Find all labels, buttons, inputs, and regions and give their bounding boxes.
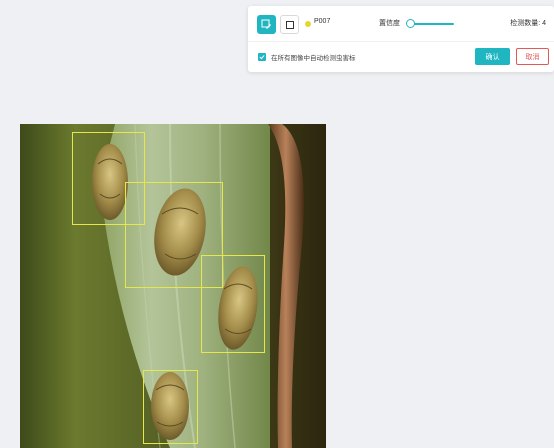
class-color-dot xyxy=(305,21,311,27)
annotation-canvas[interactable]: P007 置信度 检测数量: 4 在所有图像中自动检测虫害标 确认 取消 xyxy=(0,0,554,448)
class-label[interactable]: P007 xyxy=(314,18,330,25)
toolbar-bottom-row: 在所有图像中自动检测虫害标 确认 取消 xyxy=(248,42,554,72)
confidence-label: 置信度 xyxy=(379,20,400,27)
detection-box[interactable] xyxy=(201,255,265,353)
auto-detect-checkbox[interactable] xyxy=(258,53,266,61)
confirm-button[interactable]: 确认 xyxy=(475,48,510,65)
checkmark-icon xyxy=(259,55,265,60)
confidence-slider-thumb[interactable] xyxy=(406,19,415,28)
rectangle-icon xyxy=(285,20,294,29)
annotated-image[interactable] xyxy=(20,124,326,448)
cancel-button[interactable]: 取消 xyxy=(516,48,549,65)
detection-box[interactable] xyxy=(143,370,198,444)
auto-detect-label: 在所有图像中自动检测虫害标 xyxy=(271,55,356,62)
rectangle-tool-button[interactable] xyxy=(280,15,299,34)
toolbar-top-row: P007 置信度 检测数量: 4 xyxy=(248,6,554,42)
edit-select-icon xyxy=(261,19,271,29)
detection-count: 检测数量: 4 xyxy=(510,20,546,27)
edit-select-tool-button[interactable] xyxy=(257,15,276,34)
detection-toolbar: P007 置信度 检测数量: 4 在所有图像中自动检测虫害标 确认 取消 xyxy=(248,6,554,72)
